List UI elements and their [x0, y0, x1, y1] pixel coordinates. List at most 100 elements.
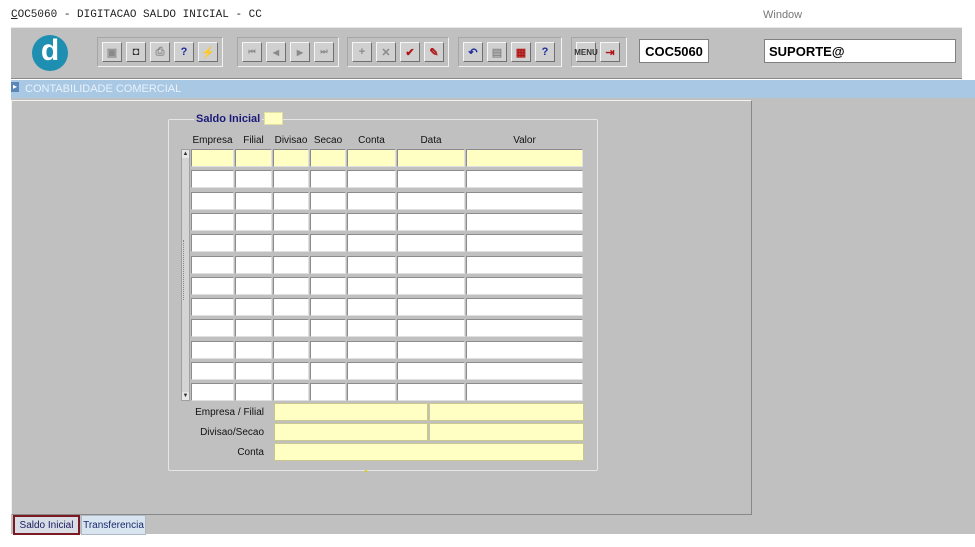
scroll-down-icon[interactable]: ▼ — [182, 392, 189, 400]
cell-divisao[interactable] — [273, 149, 309, 167]
cell-conta[interactable] — [347, 255, 396, 274]
cell-filial[interactable] — [235, 234, 272, 253]
cell-valor[interactable] — [466, 234, 583, 253]
cell-valor[interactable] — [466, 212, 583, 231]
cell-conta[interactable] — [347, 234, 396, 253]
cell-divisao[interactable] — [273, 276, 309, 295]
cell-conta[interactable] — [347, 340, 396, 359]
cell-empresa[interactable] — [191, 170, 234, 189]
cell-empresa[interactable] — [191, 255, 234, 274]
cell-filial[interactable] — [235, 319, 272, 338]
cell-conta[interactable] — [347, 149, 396, 167]
last-record-icon[interactable]: ⏭ — [314, 42, 334, 62]
scroll-up-icon[interactable]: ▲ — [182, 150, 189, 158]
cell-secao[interactable] — [310, 212, 346, 231]
window-icon[interactable]: ◘ — [126, 42, 146, 62]
cell-empresa[interactable] — [191, 276, 234, 295]
cell-valor[interactable] — [466, 276, 583, 295]
commit-icon[interactable]: ✔ — [400, 42, 420, 62]
divisao-name-field[interactable] — [274, 423, 428, 441]
delete-record-icon[interactable]: ✕ — [376, 42, 396, 62]
query-icon[interactable]: ? — [174, 42, 194, 62]
clipboard-icon[interactable]: ▤ — [487, 42, 507, 62]
cell-valor[interactable] — [466, 170, 583, 189]
exit-icon[interactable]: ⇥ — [600, 42, 620, 62]
cell-conta[interactable] — [347, 212, 396, 231]
cell-empresa[interactable] — [191, 234, 234, 253]
insert-record-icon[interactable]: + — [352, 42, 372, 62]
cell-empresa[interactable] — [191, 149, 234, 167]
cell-data[interactable] — [397, 319, 465, 338]
cell-filial[interactable] — [235, 255, 272, 274]
undo-icon[interactable]: ↶ — [463, 42, 483, 62]
cell-secao[interactable] — [310, 234, 346, 253]
cell-secao[interactable] — [310, 383, 346, 402]
secao-name-field[interactable] — [429, 423, 584, 441]
cell-data[interactable] — [397, 383, 465, 402]
previous-record-icon[interactable]: ◀ — [266, 42, 286, 62]
cell-filial[interactable] — [235, 276, 272, 295]
next-record-icon[interactable]: ▶ — [290, 42, 310, 62]
cell-data[interactable] — [397, 340, 465, 359]
cell-divisao[interactable] — [273, 255, 309, 274]
cell-divisao[interactable] — [273, 319, 309, 338]
cell-data[interactable] — [397, 191, 465, 210]
execute-query-icon[interactable]: ⚡ — [198, 42, 218, 62]
tab-transferencia[interactable]: Transferencia — [81, 515, 146, 535]
cell-conta[interactable] — [347, 319, 396, 338]
cell-secao[interactable] — [310, 276, 346, 295]
menu-icon[interactable]: MENU — [574, 42, 598, 62]
cell-secao[interactable] — [310, 298, 346, 317]
cell-empresa[interactable] — [191, 319, 234, 338]
cell-empresa[interactable] — [191, 298, 234, 317]
cell-filial[interactable] — [235, 170, 272, 189]
list-values-icon[interactable]: ▦ — [511, 42, 531, 62]
cell-filial[interactable] — [235, 298, 272, 317]
cell-data[interactable] — [397, 149, 465, 167]
cell-conta[interactable] — [347, 170, 396, 189]
cell-data[interactable] — [397, 362, 465, 380]
cell-valor[interactable] — [466, 383, 583, 402]
cell-valor[interactable] — [466, 191, 583, 210]
cell-empresa[interactable] — [191, 340, 234, 359]
cell-valor[interactable] — [466, 255, 583, 274]
cell-secao[interactable] — [310, 170, 346, 189]
cell-filial[interactable] — [235, 191, 272, 210]
cell-secao[interactable] — [310, 191, 346, 210]
cell-data[interactable] — [397, 276, 465, 295]
cell-data[interactable] — [397, 170, 465, 189]
cell-divisao[interactable] — [273, 212, 309, 231]
cell-divisao[interactable] — [273, 170, 309, 189]
cell-valor[interactable] — [466, 149, 583, 167]
cell-valor[interactable] — [466, 362, 583, 380]
cell-empresa[interactable] — [191, 362, 234, 380]
help-icon[interactable]: ? — [535, 42, 555, 62]
tab-saldo-inicial[interactable]: Saldo Inicial — [13, 515, 80, 535]
cell-conta[interactable] — [347, 276, 396, 295]
cell-divisao[interactable] — [273, 383, 309, 402]
cell-divisao[interactable] — [273, 362, 309, 380]
cell-data[interactable] — [397, 255, 465, 274]
save-icon[interactable]: ▣ — [102, 42, 122, 62]
empresa-name-field[interactable] — [274, 403, 428, 421]
cell-filial[interactable] — [235, 383, 272, 402]
cell-data[interactable] — [397, 212, 465, 231]
cell-filial[interactable] — [235, 149, 272, 167]
cell-filial[interactable] — [235, 212, 272, 231]
scroll-thumb[interactable] — [183, 240, 189, 300]
cell-filial[interactable] — [235, 340, 272, 359]
cell-conta[interactable] — [347, 362, 396, 380]
cell-empresa[interactable] — [191, 191, 234, 210]
cell-valor[interactable] — [466, 319, 583, 338]
cell-valor[interactable] — [466, 340, 583, 359]
grid-scrollbar[interactable]: ▲ ▼ — [181, 149, 190, 401]
menu-window[interactable]: Window — [763, 9, 802, 21]
cell-data[interactable] — [397, 234, 465, 253]
cell-filial[interactable] — [235, 362, 272, 380]
first-record-icon[interactable]: ⏮ — [242, 42, 262, 62]
cell-valor[interactable] — [466, 298, 583, 317]
cell-secao[interactable] — [310, 149, 346, 167]
cell-conta[interactable] — [347, 383, 396, 402]
filial-name-field[interactable] — [429, 403, 584, 421]
cell-divisao[interactable] — [273, 234, 309, 253]
